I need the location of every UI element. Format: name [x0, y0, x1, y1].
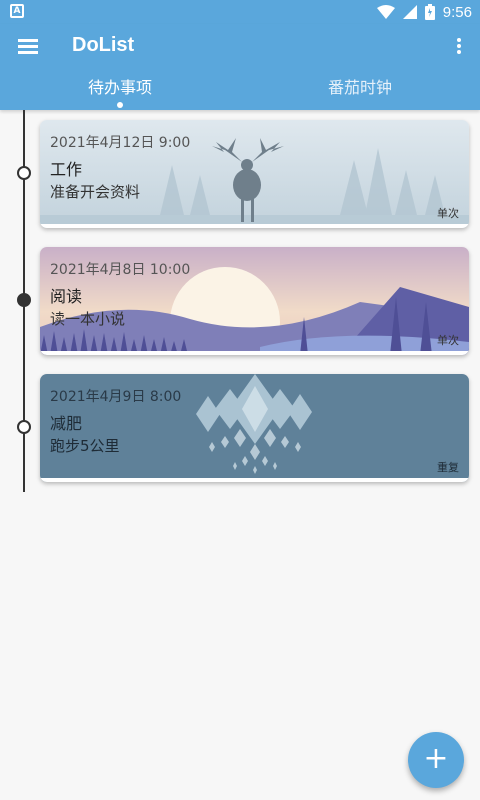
task-repeat-type: 重复	[437, 461, 459, 474]
add-task-button[interactable]: +	[408, 732, 464, 788]
task-date: 2021年4月12日 9:00	[50, 135, 191, 151]
tab-indicator	[117, 102, 123, 108]
task-description: 跑步5公里	[50, 437, 120, 455]
task-card[interactable]: 2021年4月9日 8:00 减肥 跑步5公里 重复	[40, 374, 469, 482]
task-repeat-type: 单次	[437, 207, 459, 220]
app-bar: DoList 待办事项 番茄时钟	[0, 24, 480, 110]
task-title: 工作	[50, 160, 83, 179]
timeline-node	[17, 166, 31, 180]
clock: 9:56	[442, 3, 472, 21]
app-title: DoList	[72, 34, 135, 56]
notification-icon: A	[10, 4, 24, 18]
battery-icon	[424, 4, 435, 20]
tab-todo-label: 待办事项	[87, 78, 152, 97]
timeline-node	[17, 293, 31, 307]
signal-icon	[402, 5, 417, 19]
task-description: 准备开会资料	[50, 183, 141, 201]
tab-todo[interactable]: 待办事项	[0, 72, 240, 110]
task-repeat-type: 单次	[437, 334, 459, 347]
task-card[interactable]: 2021年4月8日 10:00 阅读 读一本小说 单次	[40, 247, 469, 355]
task-date: 2021年4月8日 10:00	[50, 262, 191, 278]
tab-pomodoro[interactable]: 番茄时钟	[240, 72, 480, 110]
task-description: 读一本小说	[50, 310, 126, 328]
task-date: 2021年4月9日 8:00	[50, 389, 182, 405]
task-title: 阅读	[50, 287, 83, 306]
status-icons: 9:56	[376, 2, 472, 22]
wifi-icon	[376, 5, 395, 19]
tab-pomodoro-label: 番茄时钟	[327, 78, 392, 97]
add-icon: +	[423, 741, 449, 776]
timeline-node	[17, 420, 31, 434]
task-card[interactable]: 2021年4月12日 9:00 工作 准备开会资料 单次	[40, 120, 469, 228]
tab-bar: 待办事项 番茄时钟	[0, 72, 480, 110]
more-vert-icon[interactable]	[456, 36, 462, 56]
task-title: 减肥	[50, 414, 83, 433]
status-bar: A 9:56	[0, 0, 480, 24]
menu-icon[interactable]	[18, 37, 40, 55]
